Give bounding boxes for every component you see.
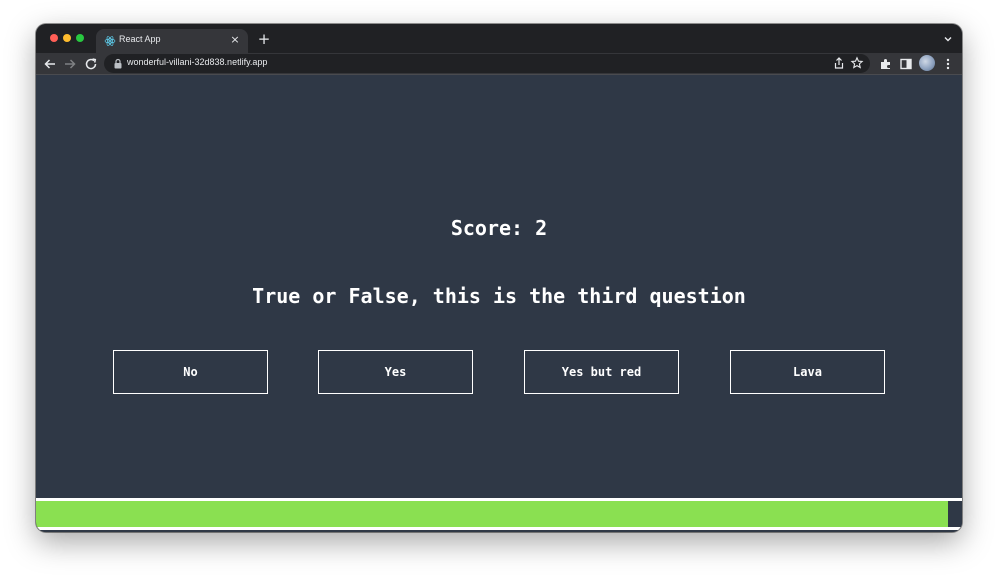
address-bar[interactable]: wonderful-villani-32d838.netlify.app <box>104 54 870 73</box>
close-tab-icon[interactable]: × <box>228 33 242 47</box>
question-text: True or False, this is the third questio… <box>252 284 746 308</box>
lock-icon[interactable] <box>113 58 123 69</box>
tab-react-app[interactable]: React App × <box>96 29 248 53</box>
side-panel-icon[interactable] <box>898 56 914 72</box>
reload-icon[interactable] <box>83 56 99 72</box>
maximize-window-button[interactable] <box>76 34 84 42</box>
progress-bar-fill <box>36 501 949 527</box>
profile-avatar[interactable] <box>919 55 935 71</box>
react-icon <box>104 36 116 46</box>
browser-toolbar: wonderful-villani-32d838.netlify.app <box>36 53 962 75</box>
quiz-page: Score: 2 True or False, this is the thir… <box>36 76 962 532</box>
extensions-puzzle-icon[interactable] <box>878 56 894 72</box>
minimize-window-button[interactable] <box>63 34 71 42</box>
browser-window: React App × + wonderful-villani-32d838.n… <box>36 24 962 532</box>
answer-button-yes-but-red[interactable]: Yes but red <box>524 350 679 394</box>
answer-button-lava[interactable]: Lava <box>730 350 885 394</box>
answer-button-yes[interactable]: Yes <box>318 350 473 394</box>
new-tab-button[interactable]: + <box>256 31 272 47</box>
chevron-down-icon[interactable] <box>942 33 954 45</box>
score-label: Score: 2 <box>450 216 548 240</box>
tab-strip: React App × + <box>36 24 962 53</box>
back-arrow-icon[interactable] <box>42 56 58 72</box>
tab-title: React App <box>119 34 161 44</box>
forward-arrow-icon[interactable] <box>62 56 78 72</box>
progress-bar <box>36 498 962 530</box>
answer-button-no[interactable]: No <box>113 350 268 394</box>
url-text[interactable]: wonderful-villani-32d838.netlify.app <box>127 57 267 67</box>
share-icon[interactable] <box>832 56 846 70</box>
more-menu-icon[interactable] <box>940 56 956 72</box>
bookmark-star-icon[interactable] <box>850 56 864 70</box>
close-window-button[interactable] <box>50 34 58 42</box>
